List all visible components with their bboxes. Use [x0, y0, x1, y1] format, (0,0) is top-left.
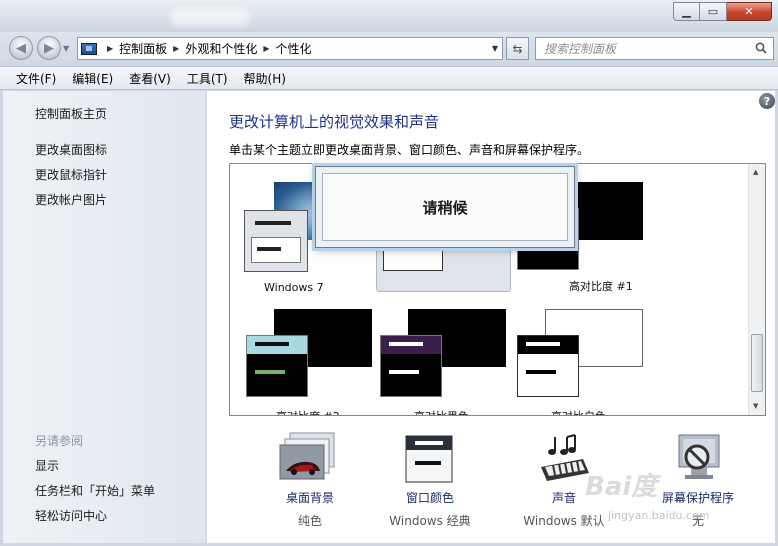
breadcrumb-personalization[interactable]: 个性化 — [276, 40, 312, 57]
menu-file[interactable]: 文件(F) — [8, 70, 64, 87]
menu-tools[interactable]: 工具(T) — [179, 70, 236, 87]
window-color-setting[interactable]: 窗口颜色 Windows 经典 — [365, 431, 495, 531]
search-input[interactable] — [544, 41, 749, 56]
theme-label: Windows 7 — [264, 281, 324, 294]
menu-edit[interactable]: 编辑(E) — [64, 70, 121, 87]
page-title: 更改计算机上的视觉效果和声音 — [229, 113, 440, 131]
chevron-right-icon[interactable]: ▶ — [173, 44, 179, 53]
theme-label: 高对比白色 — [551, 408, 606, 415]
link-change-account-picture[interactable]: 更改帐户图片 — [35, 191, 107, 208]
refresh-icon: ⇆ — [512, 41, 523, 56]
menu-help[interactable]: 帮助(H) — [236, 70, 294, 87]
theme-window-preview — [517, 335, 579, 397]
link-display[interactable]: 显示 — [35, 457, 59, 474]
chevron-right-icon[interactable]: ▶ — [107, 44, 113, 53]
please-wait-dialog: 请稍候 — [315, 166, 575, 248]
close-icon: ✕ — [744, 5, 754, 18]
close-button[interactable]: ✕ — [727, 2, 772, 21]
theme-label: 高对比度 #1 — [569, 280, 633, 293]
link-change-desktop-icons[interactable]: 更改桌面图标 — [35, 141, 107, 158]
baidu-watermark: Bai度 — [585, 472, 658, 502]
scroll-up-icon[interactable]: ▲ — [753, 168, 758, 176]
forward-button[interactable]: ▶ — [37, 36, 61, 60]
watermark-url: jingyan.baidu.com — [608, 509, 710, 522]
forward-arrow-icon: ▶ — [44, 40, 54, 56]
address-dropdown-icon[interactable]: ▼ — [492, 44, 498, 53]
setting-value: Windows 经典 — [389, 514, 471, 528]
setting-value: 纯色 — [297, 514, 322, 528]
setting-label[interactable]: 窗口颜色 — [365, 489, 495, 506]
theme-window-preview — [244, 210, 308, 272]
back-button[interactable]: ◀ — [9, 36, 33, 60]
minimize-button[interactable]: ▁ — [673, 2, 700, 21]
maximize-icon: ▭ — [707, 5, 719, 18]
link-control-panel-home[interactable]: 控制面板主页 — [35, 105, 107, 122]
desktop-background-setting[interactable]: 桌面背景 纯色 — [245, 431, 375, 531]
theme-label: 高对比度 #2 — [276, 408, 340, 415]
window-color-icon — [405, 435, 453, 483]
theme-label: 高对比黑色 — [414, 408, 469, 415]
minimize-icon: ▁ — [682, 5, 691, 18]
scrollbar-thumb[interactable] — [751, 334, 763, 392]
theme-high-contrast-black[interactable]: 高对比黑色 — [378, 309, 508, 415]
window-title-blur — [170, 8, 250, 26]
theme-high-contrast-2[interactable]: 高对比度 #2 — [244, 309, 374, 415]
search-icon[interactable] — [755, 42, 767, 54]
theme-window-preview — [246, 335, 308, 397]
link-taskbar-start-menu[interactable]: 任务栏和「开始」菜单 — [35, 482, 155, 499]
refresh-button[interactable]: ⇆ — [506, 37, 529, 60]
setting-label[interactable]: 桌面背景 — [245, 489, 375, 506]
see-also-heading: 另请参阅 — [35, 434, 84, 448]
scroll-down-icon[interactable]: ▼ — [753, 402, 758, 410]
theme-list-scrollbar[interactable]: ▲ ▼ — [748, 164, 765, 415]
maximize-button[interactable]: ▭ — [700, 2, 727, 21]
breadcrumb-appearance[interactable]: 外观和个性化 — [185, 40, 257, 57]
search-box[interactable] — [535, 37, 774, 60]
main-content: ? 更改计算机上的视觉效果和声音 单击某个主题立即更改桌面背景、窗口颜色、声音和… — [207, 91, 775, 543]
desktop-background-icon — [279, 432, 335, 480]
menu-bar: 文件(F) 编辑(E) 查看(V) 工具(T) 帮助(H) — [0, 66, 778, 90]
help-icon[interactable]: ? — [759, 93, 775, 109]
page-description: 单击某个主题立即更改桌面背景、窗口颜色、声音和屏幕保护程序。 — [229, 143, 590, 157]
recent-pages-dropdown-icon[interactable]: ▼ — [63, 44, 69, 53]
dialog-body: 请稍候 — [322, 173, 568, 241]
link-change-mouse-pointers[interactable]: 更改鼠标指针 — [35, 166, 107, 183]
link-ease-of-access[interactable]: 轻松访问中心 — [35, 507, 107, 524]
back-arrow-icon: ◀ — [16, 40, 26, 56]
window-controls: ▁ ▭ ✕ — [673, 2, 772, 21]
menu-view[interactable]: 查看(V) — [121, 70, 179, 87]
title-bar: ▁ ▭ ✕ — [0, 0, 778, 32]
theme-window-preview — [380, 335, 442, 397]
control-panel-icon — [81, 42, 97, 55]
address-bar[interactable]: ▶ 控制面板 ▶ 外观和个性化 ▶ 个性化 ▼ — [77, 37, 503, 60]
task-pane: 控制面板主页 更改桌面图标 更改鼠标指针 更改帐户图片 另请参阅 显示 任务栏和… — [3, 91, 206, 543]
dialog-message: 请稍候 — [422, 198, 468, 217]
navigation-bar: ◀ ▶ ▼ ▶ 控制面板 ▶ 外观和个性化 ▶ 个性化 ▼ ⇆ — [0, 32, 778, 63]
theme-high-contrast-white[interactable]: 高对比白色 — [515, 309, 645, 415]
screen-saver-icon — [678, 434, 720, 479]
chevron-right-icon[interactable]: ▶ — [263, 44, 269, 53]
breadcrumb-control-panel[interactable]: 控制面板 — [119, 40, 167, 57]
